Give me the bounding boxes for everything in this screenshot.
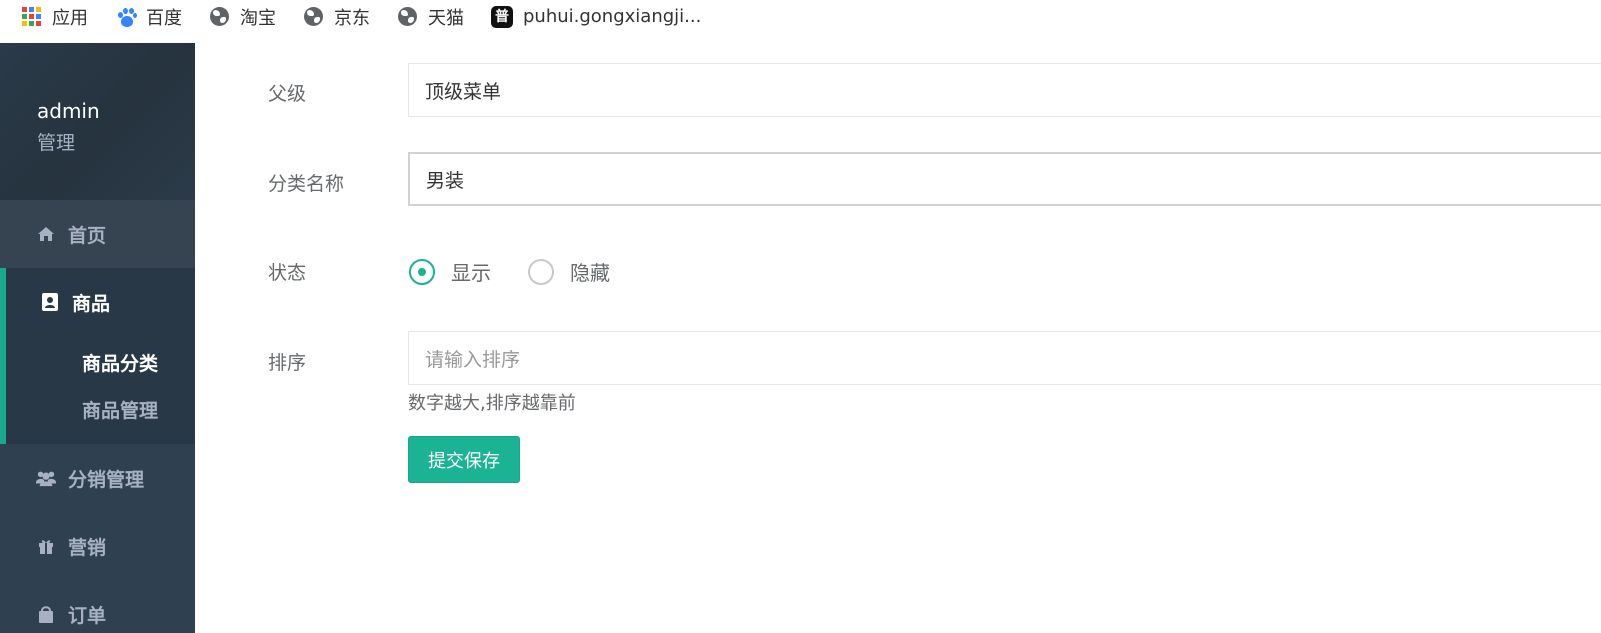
bookmark-label: 天猫 bbox=[428, 7, 464, 29]
bookmark-tmall[interactable]: 天猫 bbox=[398, 0, 464, 33]
radio-label: 显示 bbox=[451, 261, 491, 285]
shopping-bag-icon bbox=[36, 604, 56, 624]
home-icon bbox=[36, 224, 56, 244]
sort-input[interactable]: 请输入排序 bbox=[408, 331, 1601, 385]
gift-icon bbox=[36, 536, 56, 556]
globe-icon bbox=[398, 6, 418, 27]
sidebar-subitem-goods-manage[interactable]: 商品管理 bbox=[82, 396, 158, 423]
radio-circle[interactable] bbox=[528, 258, 554, 285]
submit-save-button[interactable]: 提交保存 bbox=[408, 436, 520, 483]
category-name-input[interactable]: 男装 bbox=[408, 152, 1601, 206]
bookmark-puhui[interactable]: 普 puhui.gongxiangji... bbox=[491, 0, 701, 33]
sidebar-item-orders[interactable]: 订单 bbox=[0, 580, 195, 633]
sidebar-item-label: 商品 bbox=[72, 292, 111, 315]
status-radio-show[interactable]: 显示 bbox=[409, 257, 491, 286]
parent-label: 父级 bbox=[268, 83, 307, 105]
sidebar-item-distribution[interactable]: 分销管理 bbox=[0, 444, 195, 512]
bookmark-label: 应用 bbox=[52, 7, 88, 29]
sidebar: admin 管理 首页 商品 商品分类 商品管理 分销管理 营销 订单 bbox=[0, 43, 195, 633]
sidebar-item-label: 首页 bbox=[68, 224, 107, 247]
radio-label: 隐藏 bbox=[570, 261, 610, 285]
baidu-paw-icon bbox=[116, 7, 137, 27]
sidebar-item-goods[interactable]: 商品 bbox=[6, 268, 195, 336]
profile-panel: admin 管理 bbox=[0, 43, 195, 200]
bookmark-baidu[interactable]: 百度 bbox=[116, 0, 182, 33]
users-icon bbox=[36, 468, 56, 488]
sort-label: 排序 bbox=[268, 352, 307, 374]
parent-select[interactable]: 顶级菜单 bbox=[408, 63, 1601, 117]
globe-icon bbox=[210, 6, 230, 27]
category-name-label: 分类名称 bbox=[268, 173, 345, 195]
status-radio-hide[interactable]: 隐藏 bbox=[528, 257, 610, 286]
globe-icon bbox=[304, 6, 324, 27]
apps-grid-icon bbox=[22, 6, 42, 27]
sidebar-item-marketing[interactable]: 营销 bbox=[0, 512, 195, 580]
pu-site-icon: 普 bbox=[491, 5, 513, 28]
bookmark-label: 京东 bbox=[334, 7, 370, 29]
profile-name[interactable]: admin bbox=[37, 99, 100, 123]
bookmarks-bar: 应用 百度 淘宝 京东 天猫 普 puhui.gongxiangji... bbox=[0, 0, 1601, 33]
status-label: 状态 bbox=[268, 262, 307, 284]
sort-help-text: 数字越大,排序越靠前 bbox=[408, 393, 576, 414]
radio-circle[interactable] bbox=[409, 258, 435, 285]
bookmark-jd[interactable]: 京东 bbox=[304, 0, 370, 33]
bookmark-apps[interactable]: 应用 bbox=[22, 0, 88, 33]
bookmark-label: 淘宝 bbox=[240, 7, 276, 29]
sidebar-item-label: 分销管理 bbox=[68, 468, 145, 491]
sidebar-group-goods: 商品 商品分类 商品管理 bbox=[0, 268, 195, 444]
address-book-icon bbox=[40, 292, 60, 312]
bookmark-label: 百度 bbox=[146, 7, 182, 29]
sidebar-subitem-category[interactable]: 商品分类 bbox=[82, 349, 158, 376]
sidebar-item-home[interactable]: 首页 bbox=[0, 200, 195, 268]
sidebar-item-label: 订单 bbox=[68, 604, 107, 627]
bookmark-label: puhui.gongxiangji... bbox=[523, 6, 702, 27]
bookmark-taobao[interactable]: 淘宝 bbox=[210, 0, 276, 33]
category-form: 父级 顶级菜单 分类名称 男装 状态 显示 隐藏 排序 请输入排序 数字越大,排… bbox=[195, 43, 1601, 633]
sidebar-item-label: 营销 bbox=[68, 536, 107, 559]
profile-role: 管理 bbox=[37, 132, 76, 154]
